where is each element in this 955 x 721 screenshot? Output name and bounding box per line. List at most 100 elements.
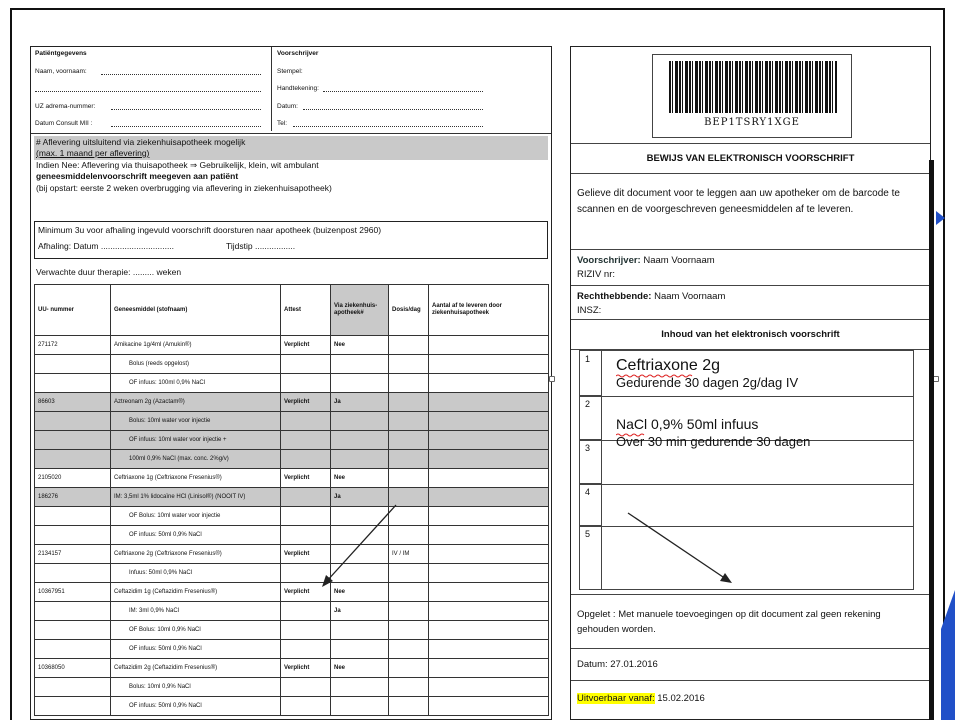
dose-cell[interactable] xyxy=(388,411,429,431)
resize-handle-left[interactable] xyxy=(549,376,555,382)
medicine-cell: Ceftriaxone 1g (Ceftriaxone Fresenius®) xyxy=(110,468,281,488)
quantity-cell[interactable] xyxy=(428,487,549,507)
prescriber-label: Voorschrijver: xyxy=(577,255,641,266)
prescription-lines-box: 1 2 3 4 5 Ceftriaxone 2g Gedurende 30 da… xyxy=(579,350,914,590)
table-row: Bolus: 10ml water voor injectie xyxy=(34,411,549,431)
uu-number-cell xyxy=(34,677,111,697)
table-row: OF infuus: 50ml 0,9% NaCl xyxy=(34,525,549,545)
spellcheck-squiggle-2 xyxy=(616,433,645,437)
quantity-cell[interactable] xyxy=(428,373,549,393)
dose-cell[interactable] xyxy=(388,468,429,488)
col-dose: Dosis/dag xyxy=(388,284,429,336)
col-uu-number: UU- nummer xyxy=(34,284,111,336)
via-hospital-cell: Nee xyxy=(330,335,389,355)
quantity-cell[interactable] xyxy=(428,335,549,355)
table-row: 2105020 Ceftriaxone 1g (Ceftriaxone Frese… xyxy=(34,468,549,488)
medicine-cell: OF infuus: 100ml 0,9% NaCl xyxy=(110,373,281,393)
quantity-cell[interactable] xyxy=(428,658,549,678)
quantity-cell[interactable] xyxy=(428,354,549,374)
dose-cell[interactable] xyxy=(388,335,429,355)
signature-field[interactable] xyxy=(323,91,483,92)
content-title: Inhoud van het elektronisch voorschrift xyxy=(571,319,930,349)
col-attest: Attest xyxy=(280,284,331,336)
signature-label: Handtekening: xyxy=(277,85,319,92)
dose-cell[interactable] xyxy=(388,449,429,469)
dose-cell[interactable] xyxy=(388,639,429,659)
attest-cell: Verplicht xyxy=(280,468,331,488)
col-quantity: Aantal af te leveren door ziekenhuisapot… xyxy=(428,284,549,336)
arrow-annotation-right xyxy=(627,512,732,583)
via-hospital-cell xyxy=(330,696,389,716)
col-via-hospital: Via ziekenhuis-apotheek# xyxy=(330,284,389,336)
medicine-cell: OF Bolus: 10ml 0,9% NaCl xyxy=(110,620,281,640)
medicine-cell: Aztreonam 2g (Azactam®) xyxy=(110,392,281,412)
quantity-cell[interactable] xyxy=(428,639,549,659)
tel-field[interactable] xyxy=(293,126,483,127)
via-hospital-cell xyxy=(330,430,389,450)
attest-cell xyxy=(280,449,331,469)
executable-date: 15.02.2016 xyxy=(657,693,705,704)
attest-cell xyxy=(280,639,331,659)
name-field[interactable] xyxy=(101,74,261,75)
quantity-cell[interactable] xyxy=(428,582,549,602)
quantity-cell[interactable] xyxy=(428,411,549,431)
attest-cell xyxy=(280,620,331,640)
dose-cell[interactable] xyxy=(388,696,429,716)
date-field[interactable] xyxy=(303,109,483,110)
uz-label: UZ adrema-nummer: xyxy=(35,103,96,110)
header-divider xyxy=(271,47,272,131)
delivery-line2: (max. 1 maand per aflevering) xyxy=(36,148,150,158)
table-row: 186276 IM: 3,5ml 1% lidocaïne HCl (Liniso… xyxy=(34,487,549,507)
table-row: 86603 Aztreonam 2g (Azactam®) Verplicht Ja xyxy=(34,392,549,412)
dose-cell[interactable] xyxy=(388,620,429,640)
dose-cell[interactable] xyxy=(388,601,429,621)
quantity-cell[interactable] xyxy=(428,525,549,545)
table-row: 2134157 Ceftriaxone 2g (Ceftriaxone Frese… xyxy=(34,544,549,564)
insz-label: INSZ: xyxy=(577,305,602,316)
medicine-cell: OF Bolus: 10ml water voor injectie xyxy=(110,506,281,526)
medicine-cell: 100ml 0,9% NaCl (max. conc. 2%g/v) xyxy=(110,449,281,469)
attest-cell xyxy=(280,430,331,450)
dose-cell[interactable] xyxy=(388,354,429,374)
dose-cell[interactable] xyxy=(388,392,429,412)
dose-cell[interactable] xyxy=(388,430,429,450)
quantity-cell[interactable] xyxy=(428,601,549,621)
quantity-cell[interactable] xyxy=(428,563,549,583)
spellcheck-squiggle-1 xyxy=(616,374,693,378)
uu-number-cell: 2105020 xyxy=(34,468,111,488)
quantity-cell[interactable] xyxy=(428,696,549,716)
quantity-cell[interactable] xyxy=(428,677,549,697)
via-hospital-cell: Ja xyxy=(330,392,389,412)
consult-field[interactable] xyxy=(111,126,261,127)
tel-label: Tel: xyxy=(277,120,288,127)
uu-number-cell: 186276 xyxy=(34,487,111,507)
quantity-cell[interactable] xyxy=(428,544,549,564)
proof-instructions: Gelieve dit document voor te leggen aan … xyxy=(571,173,930,249)
via-hospital-cell: Nee xyxy=(330,658,389,678)
medicine-cell: IM: 3,5ml 1% lidocaïne HCl (Linisol®) (N… xyxy=(110,487,281,507)
barcode-text: BEP1TSRY1XGE xyxy=(704,117,800,128)
via-hospital-cell xyxy=(330,354,389,374)
via-hospital-cell xyxy=(330,411,389,431)
dose-cell[interactable] xyxy=(388,658,429,678)
medicine-cell: Ceftriaxone 2g (Ceftriaxone Fresenius®) xyxy=(110,544,281,564)
via-hospital-cell: Nee xyxy=(330,468,389,488)
medicine-cell: OF infuus: 50ml 0,9% NaCl xyxy=(110,696,281,716)
divider xyxy=(31,133,551,134)
uz-field[interactable] xyxy=(111,109,261,110)
quantity-cell[interactable] xyxy=(428,506,549,526)
duration-line: Verwachte duur therapie: ......... weken xyxy=(36,267,182,277)
executable-label: Uitvoerbaar vanaf: xyxy=(577,693,655,704)
uu-number-cell xyxy=(34,506,111,526)
quantity-cell[interactable] xyxy=(428,430,549,450)
uu-number-cell xyxy=(34,601,111,621)
col-medicine: Geneesmiddel (stofnaam) xyxy=(110,284,281,336)
quantity-cell[interactable] xyxy=(428,468,549,488)
quantity-cell[interactable] xyxy=(428,449,549,469)
quantity-cell[interactable] xyxy=(428,392,549,412)
dose-cell[interactable] xyxy=(388,373,429,393)
date-label: Datum: xyxy=(277,103,298,110)
name-field-2[interactable] xyxy=(35,91,261,92)
dose-cell[interactable] xyxy=(388,677,429,697)
quantity-cell[interactable] xyxy=(428,620,549,640)
